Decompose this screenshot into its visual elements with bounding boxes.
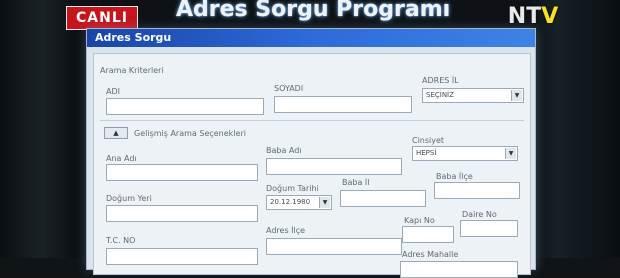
birthplace-label: Doğum Yeri (106, 194, 152, 203)
father-district-input[interactable] (434, 182, 520, 199)
father-name-label: Baba Adı (266, 146, 302, 155)
section-divider (100, 120, 524, 121)
father-province-label: Baba İl (342, 178, 370, 187)
chevron-down-icon[interactable]: ▼ (505, 148, 516, 159)
chevron-down-icon[interactable]: ▼ (511, 90, 522, 101)
father-province-input[interactable] (340, 190, 426, 207)
address-province-select[interactable]: SEÇİNİZ ▼ (422, 88, 524, 103)
left-bezel (0, 0, 70, 258)
father-name-input[interactable] (266, 158, 402, 175)
advanced-options-label: Gelişmiş Arama Seçenekleri (134, 129, 246, 138)
right-bezel (530, 0, 620, 258)
search-criteria-label: Arama Kriterleri (100, 66, 164, 75)
search-panel: Arama Kriterleri ADI SOYADI ADRES İL SEÇ… (93, 53, 531, 278)
program-title: Adres Sorgu Programı (176, 0, 451, 22)
address-district-input[interactable] (266, 238, 402, 255)
channel-logo-v: V (541, 3, 559, 29)
address-province-label: ADRES İL (422, 76, 459, 85)
channel-logo-t: T (526, 3, 542, 29)
address-query-window: Adres Sorgu Arama Kriterleri ADI SOYADI … (86, 28, 536, 278)
first-name-input[interactable] (106, 98, 264, 115)
tc-number-label: T.C. NO (106, 236, 136, 245)
channel-logo: N T V (497, 2, 569, 30)
house-number-label: Kapı No (404, 216, 435, 225)
window-title: Adres Sorgu (87, 29, 535, 47)
gender-value: HEPSİ (416, 149, 437, 157)
birthplace-input[interactable] (106, 205, 258, 222)
tc-number-input[interactable] (106, 248, 258, 265)
last-name-input[interactable] (274, 96, 412, 113)
advanced-toggle-button[interactable]: ▲ (104, 127, 128, 139)
chevron-down-icon[interactable]: ▼ (319, 197, 330, 208)
apartment-number-input[interactable] (460, 220, 518, 237)
gender-select[interactable]: HEPSİ ▼ (412, 146, 518, 161)
address-neighborhood-input[interactable] (400, 261, 518, 278)
first-name-label: ADI (106, 87, 120, 96)
apartment-number-label: Daire No (462, 210, 497, 219)
mother-name-input[interactable] (106, 164, 258, 181)
house-number-input[interactable] (402, 226, 454, 243)
address-district-label: Adres İlçe (266, 226, 306, 235)
birthdate-value: 20.12.1980 (270, 198, 311, 206)
address-province-value: SEÇİNİZ (426, 91, 454, 99)
channel-logo-n: N (507, 3, 527, 29)
last-name-label: SOYADI (274, 84, 304, 93)
birthdate-label: Doğum Tarihi (266, 184, 319, 193)
father-district-label: Baba İlçe (436, 172, 473, 181)
birthdate-picker[interactable]: 20.12.1980 ▼ (266, 195, 332, 210)
mother-name-label: Ana Adı (106, 154, 137, 163)
gender-label: Cinsiyet (412, 136, 445, 145)
live-badge: CANLI (66, 6, 138, 30)
